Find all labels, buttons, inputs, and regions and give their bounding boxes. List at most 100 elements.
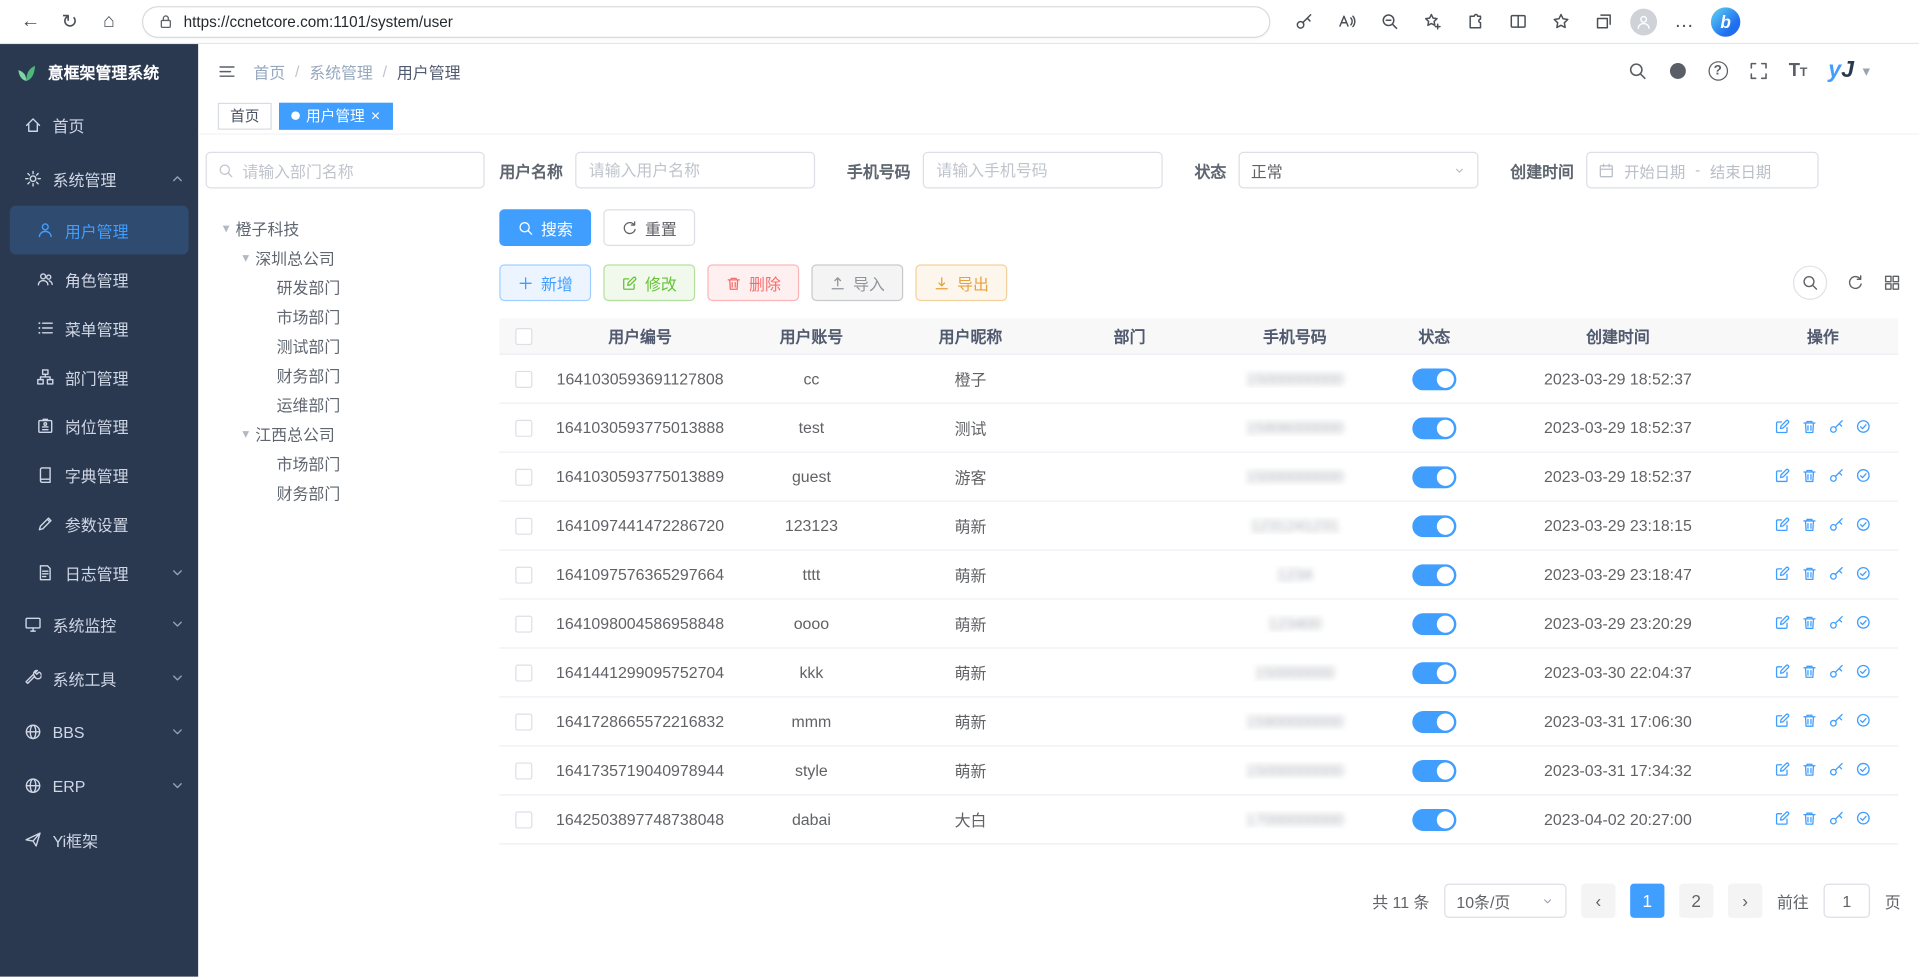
tree-node-dept[interactable]: 研发部门 [206,272,485,301]
col-header-actions[interactable]: 操作 [1748,324,1899,347]
col-header-user-id[interactable]: 用户编号 [548,324,732,347]
table-row[interactable]: 1641735719040978944 style 萌新 15000000000… [499,747,1898,796]
collections-icon[interactable] [1587,4,1619,38]
assign-role-icon[interactable] [1855,418,1871,434]
date-range-picker[interactable]: 开始日期 - 结束日期 [1586,152,1819,189]
edit-icon[interactable] [1775,712,1791,728]
status-toggle[interactable] [1412,564,1456,586]
sidebar-item-user-management[interactable]: 用户管理 [10,206,189,255]
user-logo[interactable]: yJ [1828,58,1854,85]
browser-profile-avatar[interactable] [1630,8,1657,35]
delete-icon[interactable] [1802,418,1818,434]
status-toggle[interactable] [1412,661,1456,683]
edit-button[interactable]: 修改 [603,264,695,301]
assign-role-icon[interactable] [1855,565,1871,581]
col-header-created[interactable]: 创建时间 [1488,324,1747,347]
tab-user-management[interactable]: 用户管理 × [279,102,392,129]
col-header-status[interactable]: 状态 [1381,324,1489,347]
fullscreen-icon[interactable] [1748,61,1768,81]
add-favorite-icon[interactable] [1416,4,1448,38]
tree-node-dept[interactable]: 市场部门 [206,448,485,477]
delete-icon[interactable] [1802,712,1818,728]
assign-role-icon[interactable] [1855,761,1871,777]
assign-role-icon[interactable] [1855,516,1871,532]
status-toggle[interactable] [1412,613,1456,635]
sidebar-item-department-management[interactable]: 部门管理 [0,352,198,401]
status-toggle[interactable] [1412,710,1456,732]
status-toggle[interactable] [1412,808,1456,830]
reset-password-icon[interactable] [1828,761,1844,777]
sidebar-item-role-management[interactable]: 角色管理 [0,255,198,304]
sidebar-item-system-tools[interactable]: 系统工具 [0,651,198,705]
phone-input[interactable] [923,152,1163,189]
search-button[interactable]: 搜索 [499,209,591,246]
edit-icon[interactable] [1775,565,1791,581]
toggle-search-button[interactable] [1793,266,1827,300]
row-checkbox[interactable] [515,518,532,535]
tree-node-branch[interactable]: ▾ 江西总公司 [206,419,485,448]
sidebar-item-dictionary-management[interactable]: 字典管理 [0,450,198,499]
row-checkbox[interactable] [515,665,532,682]
tree-node-company[interactable]: ▾ 橙子科技 [206,213,485,242]
close-icon[interactable]: × [371,108,380,124]
breadcrumb-system[interactable]: 系统管理 [309,59,373,82]
more-options-icon[interactable]: … [1668,4,1700,38]
favorites-icon[interactable] [1544,4,1576,38]
browser-home-icon[interactable]: ⌂ [91,4,128,38]
refresh-table-icon[interactable] [1847,274,1864,291]
import-button[interactable]: 导入 [811,264,903,301]
row-checkbox[interactable] [515,616,532,633]
reset-password-icon[interactable] [1828,516,1844,532]
assign-role-icon[interactable] [1855,614,1871,630]
back-icon[interactable]: ← [12,4,49,38]
row-checkbox[interactable] [515,371,532,388]
sidebar-item-system-management[interactable]: 系统管理 [0,152,198,206]
zoom-out-icon[interactable] [1373,4,1405,38]
row-checkbox[interactable] [515,420,532,437]
tree-node-dept[interactable]: 财务部门 [206,477,485,506]
department-search-input[interactable]: 请输入部门名称 [206,152,485,189]
delete-icon[interactable] [1802,761,1818,777]
key-icon[interactable] [1287,4,1319,38]
table-row[interactable]: 1641097576365297664 tttt 萌新 1234 2023-03… [499,551,1898,600]
edit-icon[interactable] [1775,516,1791,532]
reset-password-icon[interactable] [1828,712,1844,728]
delete-icon[interactable] [1802,810,1818,826]
sidebar-item-erp[interactable]: ERP [0,759,198,813]
app-logo[interactable]: 意框架管理系统 [0,44,198,98]
col-header-nickname[interactable]: 用户昵称 [891,324,1050,347]
row-checkbox[interactable] [515,714,532,731]
row-checkbox[interactable] [515,812,532,829]
col-header-department[interactable]: 部门 [1050,324,1209,347]
assign-role-icon[interactable] [1855,467,1871,483]
split-screen-icon[interactable] [1502,4,1534,38]
add-button[interactable]: 新增 [499,264,591,301]
status-select[interactable]: 正常 [1239,152,1479,189]
table-row[interactable]: 1641728665572216832 mmm 萌新 15900000000 2… [499,698,1898,747]
page-button-1[interactable]: 1 [1630,884,1664,918]
tree-node-branch[interactable]: ▾ 深圳总公司 [206,242,485,271]
page-refresh-icon[interactable]: ↻ [51,4,88,38]
row-checkbox[interactable] [515,567,532,584]
column-settings-icon[interactable] [1884,274,1901,291]
edit-icon[interactable] [1775,614,1791,630]
sidebar-collapse-icon[interactable] [218,62,236,80]
help-icon[interactable]: ? [1708,61,1728,81]
url-text[interactable]: https://ccnetcore.com:1101/system/user [184,13,453,30]
edit-icon[interactable] [1775,663,1791,679]
sidebar-item-parameter-settings[interactable]: 参数设置 [0,499,198,548]
delete-button[interactable]: 删除 [707,264,799,301]
row-checkbox[interactable] [515,763,532,780]
tree-node-dept[interactable]: 运维部门 [206,389,485,418]
status-toggle[interactable] [1412,759,1456,781]
status-toggle[interactable] [1412,466,1456,488]
table-row[interactable]: 1641030593775013888 test 测试 15906000000 … [499,404,1898,453]
sidebar-item-menu-management[interactable]: 菜单管理 [0,304,198,353]
table-row[interactable]: 1641441299095752704 kkk 萌新 150000000 202… [499,649,1898,698]
breadcrumb-home[interactable]: 首页 [253,59,285,82]
assign-role-icon[interactable] [1855,810,1871,826]
table-row[interactable]: 1641098004586958848 oooo 萌新 123400 2023-… [499,600,1898,649]
delete-icon[interactable] [1802,516,1818,532]
bing-copilot-icon[interactable]: b [1711,7,1740,36]
sidebar-item-system-monitoring[interactable]: 系统监控 [0,597,198,651]
